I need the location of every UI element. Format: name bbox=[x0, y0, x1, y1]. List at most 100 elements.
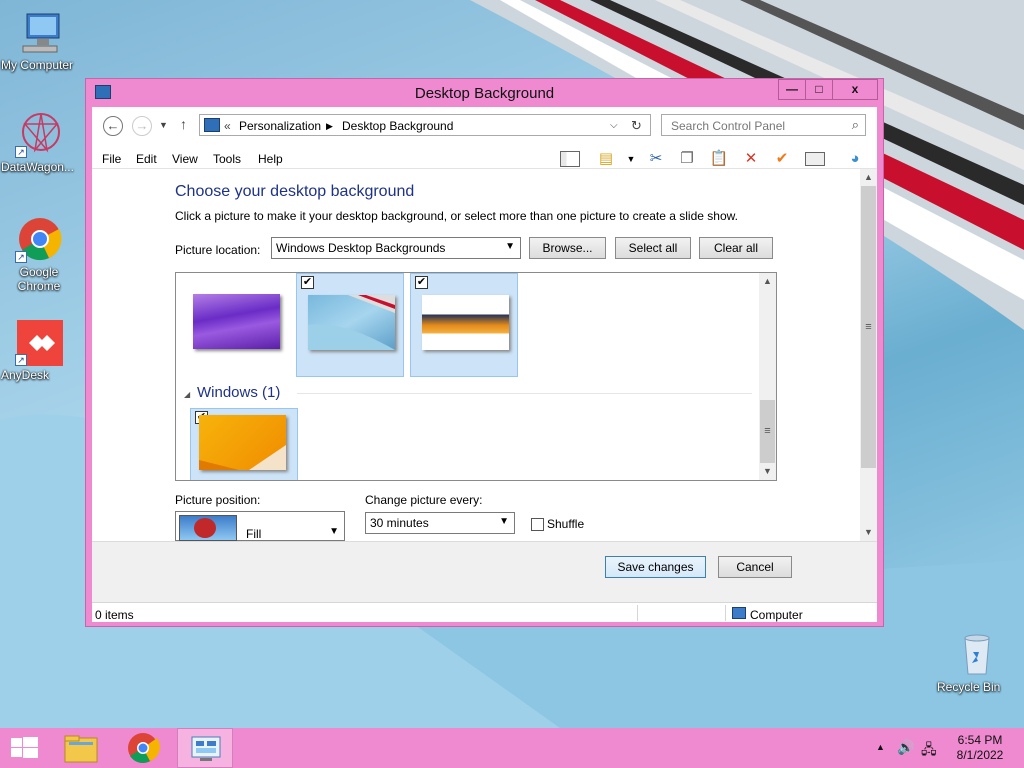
navigation-bar: ← → ▼ ↑ « Personalization ▶ Desktop Back… bbox=[92, 107, 877, 143]
desktop-icon-my-computer[interactable]: My Computer bbox=[1, 8, 77, 72]
address-dropdown-icon[interactable]: ⌵ bbox=[610, 120, 618, 131]
folder-options-icon[interactable]: ▤ bbox=[595, 149, 617, 169]
control-panel-icon bbox=[204, 118, 220, 132]
breadcrumb-overflow[interactable]: « bbox=[224, 119, 231, 133]
picture-gallery: ✔ ✔ ◢ Windows (1) ✔ bbox=[175, 272, 777, 481]
chrome-icon bbox=[128, 733, 160, 763]
group-divider bbox=[297, 393, 752, 394]
chrome-icon: ↗ bbox=[15, 215, 63, 263]
search-input[interactable]: Search Control Panel ⌕ bbox=[661, 114, 866, 136]
paste-icon[interactable]: 📋 bbox=[708, 149, 730, 169]
picture-location-select[interactable]: Windows Desktop Backgrounds ▼ bbox=[271, 237, 521, 259]
volume-icon[interactable]: 🔊 bbox=[897, 739, 914, 756]
change-picture-value: 30 minutes bbox=[370, 516, 429, 530]
wallpaper-thumbnail-selected[interactable]: ✔ bbox=[410, 273, 518, 377]
shuffle-checkbox[interactable] bbox=[531, 518, 544, 531]
taskbar-control-panel[interactable] bbox=[177, 728, 233, 768]
up-arrow-icon: ↑ bbox=[180, 116, 187, 132]
content-scrollbar[interactable]: ▲ ≡ ▼ bbox=[860, 169, 877, 541]
globe-icon[interactable]: ◕ bbox=[844, 149, 866, 169]
desktop-icon-anydesk[interactable]: ↗ AnyDesk bbox=[1, 318, 77, 382]
search-placeholder: Search Control Panel bbox=[671, 119, 786, 133]
wallpaper-checkbox[interactable]: ✔ bbox=[415, 276, 428, 289]
back-arrow-icon: ← bbox=[106, 118, 120, 133]
desktop-icon-label: Google Chrome bbox=[17, 265, 61, 293]
forward-button[interactable]: → bbox=[132, 116, 152, 136]
close-button[interactable]: x bbox=[832, 79, 878, 100]
refresh-icon[interactable]: ↻ bbox=[631, 118, 642, 134]
desktop-icon-google-chrome[interactable]: ↗ Google Chrome bbox=[1, 215, 77, 293]
maximize-button[interactable]: □ bbox=[805, 79, 833, 100]
save-changes-button[interactable]: Save changes bbox=[605, 556, 706, 578]
footer-bar: Save changes Cancel bbox=[92, 541, 877, 602]
scrollbar-thumb[interactable]: ≡ bbox=[861, 186, 876, 468]
cancel-button[interactable]: Cancel bbox=[718, 556, 792, 578]
cut-icon[interactable]: ✂ bbox=[645, 149, 667, 169]
computer-icon bbox=[15, 8, 63, 56]
wallpaper-thumbnail-selected[interactable]: ✔ bbox=[296, 273, 404, 377]
select-all-button[interactable]: Select all bbox=[615, 237, 691, 259]
wallpaper-orange-image bbox=[199, 415, 286, 470]
desktop-icon-label: DataWagon... bbox=[1, 160, 74, 174]
status-location: Computer bbox=[750, 608, 803, 622]
breadcrumb-personalization[interactable]: Personalization bbox=[239, 119, 321, 133]
collapse-group-icon[interactable]: ◢ bbox=[184, 390, 190, 399]
wallpaper-checkbox[interactable]: ✔ bbox=[301, 276, 314, 289]
shuffle-label[interactable]: Shuffle bbox=[547, 517, 584, 531]
window-client: ← → ▼ ↑ « Personalization ▶ Desktop Back… bbox=[92, 107, 877, 622]
scrollbar-thumb[interactable]: ≡ bbox=[760, 400, 775, 463]
scroll-down-icon[interactable]: ▼ bbox=[759, 463, 776, 480]
checkmark-icon[interactable]: ✔ bbox=[771, 149, 793, 169]
window-title: Desktop Background bbox=[414, 85, 555, 102]
menu-tools[interactable]: Tools bbox=[213, 152, 241, 166]
desktop-icon-recycle-bin[interactable]: Recycle Bin bbox=[937, 630, 1013, 694]
picture-location-label: Picture location: bbox=[175, 243, 261, 257]
menu-edit[interactable]: Edit bbox=[136, 152, 157, 166]
back-button[interactable]: ← bbox=[103, 116, 123, 136]
start-button[interactable] bbox=[0, 728, 52, 768]
group-title-windows[interactable]: Windows (1) bbox=[197, 384, 280, 401]
wallpaper-thumbnail[interactable] bbox=[182, 273, 290, 377]
show-hidden-icons-icon[interactable]: ▲ bbox=[876, 742, 885, 752]
minimize-button[interactable]: — bbox=[778, 79, 806, 100]
menu-help[interactable]: Help bbox=[258, 152, 283, 166]
page-description: Click a picture to make it your desktop … bbox=[175, 209, 738, 223]
taskbar-chrome[interactable] bbox=[117, 728, 169, 768]
datawagon-icon: ↗ bbox=[15, 110, 63, 158]
wallpaper-blue-image bbox=[308, 295, 395, 350]
delete-icon[interactable]: ✕ bbox=[740, 149, 762, 169]
folder-options-dropdown-icon[interactable]: ▼ bbox=[620, 149, 642, 169]
chevron-down-icon: ▼ bbox=[329, 526, 339, 537]
desktop-icon-label: Recycle Bin bbox=[937, 680, 1001, 694]
picture-position-select[interactable]: Fill ▼ bbox=[175, 511, 345, 541]
clear-all-button[interactable]: Clear all bbox=[699, 237, 773, 259]
copy-icon[interactable]: ❐ bbox=[676, 149, 698, 169]
clock[interactable]: 6:54 PM 8/1/2022 bbox=[944, 733, 1016, 763]
search-icon[interactable]: ⌕ bbox=[852, 117, 859, 133]
gallery-scrollbar[interactable]: ▲ ≡ ▼ bbox=[759, 273, 776, 480]
menu-file[interactable]: File bbox=[102, 152, 121, 166]
scroll-up-icon[interactable]: ▲ bbox=[860, 169, 877, 186]
shortcut-arrow-icon: ↗ bbox=[15, 146, 27, 158]
desktop-icon-datawagon[interactable]: ↗ DataWagon... bbox=[1, 110, 77, 174]
scroll-up-icon[interactable]: ▲ bbox=[759, 273, 776, 290]
network-icon[interactable]: 🖧 bbox=[921, 739, 937, 763]
scroll-down-icon[interactable]: ▼ bbox=[860, 524, 877, 541]
recent-pages-dropdown[interactable]: ▼ bbox=[159, 120, 168, 130]
computer-icon bbox=[732, 607, 746, 619]
menu-view[interactable]: View bbox=[172, 152, 198, 166]
picture-location-value: Windows Desktop Backgrounds bbox=[276, 241, 446, 255]
breadcrumb-separator-icon[interactable]: ▶ bbox=[326, 121, 333, 132]
change-picture-select[interactable]: 30 minutes ▼ bbox=[365, 512, 515, 534]
title-bar[interactable]: Desktop Background — □ x bbox=[86, 79, 883, 107]
up-button[interactable]: ↑ bbox=[180, 116, 187, 132]
address-bar[interactable]: « Personalization ▶ Desktop Background ⌵… bbox=[199, 114, 651, 136]
chevron-down-icon: ▼ bbox=[499, 516, 509, 527]
wallpaper-thumbnail-selected[interactable]: ✔ bbox=[190, 408, 298, 480]
layout-icon[interactable] bbox=[559, 149, 581, 169]
desktop-background-window: Desktop Background — □ x ← → ▼ ↑ « Perso… bbox=[85, 78, 884, 627]
breadcrumb-desktop-background[interactable]: Desktop Background bbox=[342, 119, 453, 133]
taskbar-file-explorer[interactable] bbox=[55, 728, 107, 768]
browse-button[interactable]: Browse... bbox=[529, 237, 606, 259]
properties-icon[interactable] bbox=[804, 149, 826, 169]
